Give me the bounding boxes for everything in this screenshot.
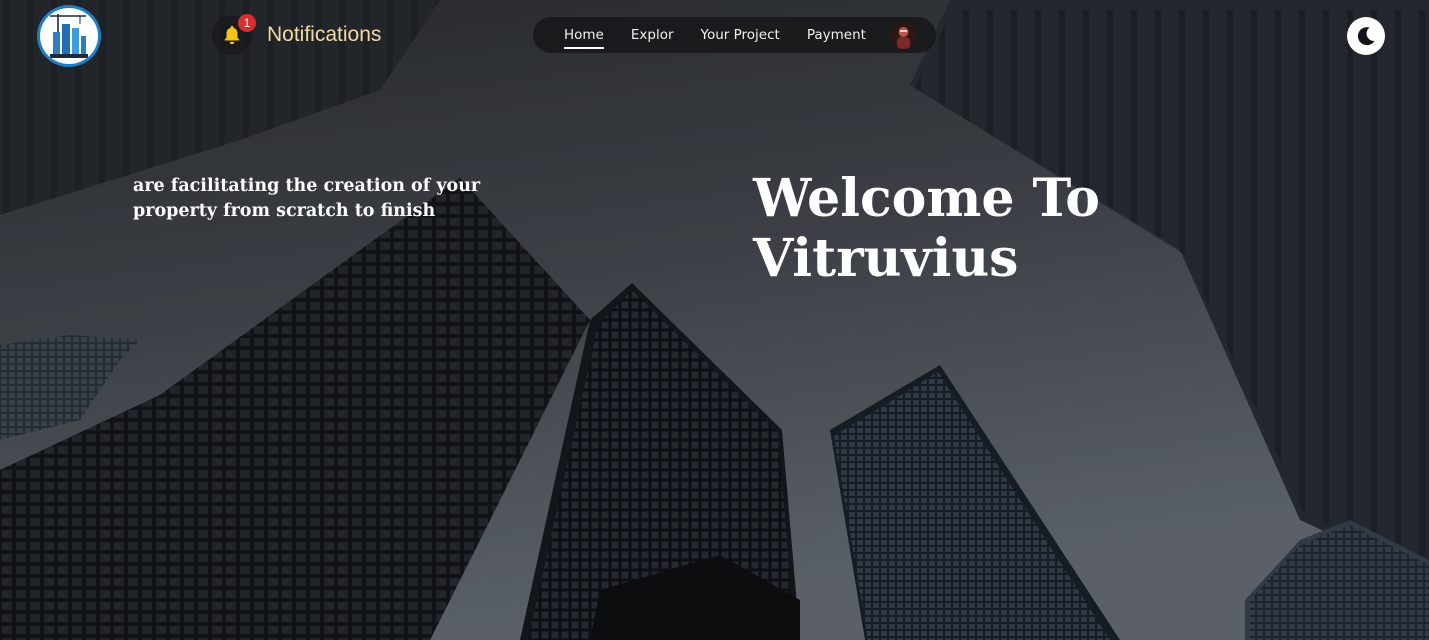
bell-button[interactable]: 1	[212, 14, 256, 55]
crane-building-icon	[50, 14, 88, 58]
notifications-button[interactable]: 1 Notifications	[212, 14, 381, 56]
nav-explor[interactable]: Explor	[631, 27, 674, 43]
notifications-label[interactable]: Notifications	[267, 23, 381, 47]
vitruvius-logo[interactable]	[37, 5, 101, 67]
hero-title: Welcome To Vitruvius	[753, 168, 1100, 289]
nav-home[interactable]: Home	[564, 27, 604, 49]
nav-your-project[interactable]: Your Project	[701, 27, 780, 43]
notification-count-badge: 1	[238, 14, 256, 32]
hero-background-image	[0, 0, 1429, 640]
avatar-image	[890, 22, 917, 49]
theme-toggle-button[interactable]	[1347, 17, 1385, 55]
user-avatar[interactable]	[890, 22, 917, 49]
hero-tagline: are facilitating the creation of your pr…	[133, 176, 481, 221]
moon-icon	[1357, 27, 1375, 46]
main-nav: Home Explor Your Project Payment	[533, 17, 936, 53]
nav-payment[interactable]: Payment	[807, 27, 866, 43]
